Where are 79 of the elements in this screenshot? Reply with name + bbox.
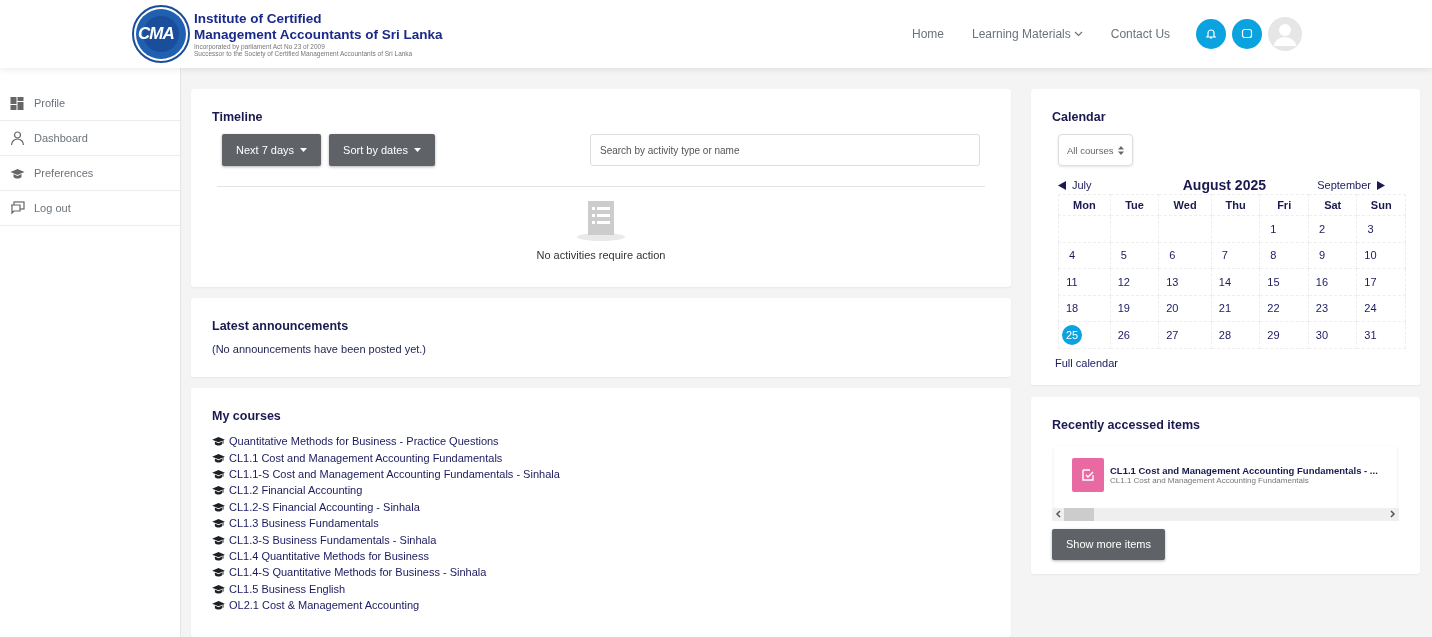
caret-icon [413, 147, 421, 153]
course-link[interactable]: CL1.2 Financial Accounting [229, 484, 363, 497]
org-name: Management Accountants of Sri Lanka [194, 27, 443, 43]
card-title: Timeline [212, 110, 264, 124]
sidebar-item[interactable]: Dashboard [0, 121, 180, 156]
scroll-right-icon [1390, 510, 1396, 518]
weekday-header: Mon [1058, 194, 1111, 216]
nav-link[interactable]: Learning Materials [972, 27, 1083, 41]
card-title: Calendar [1052, 110, 1107, 124]
search-field[interactable]: Search by activity type or name [590, 134, 980, 166]
graduation-cap-icon [212, 485, 225, 496]
graduation-cap-icon [212, 436, 225, 447]
course-link[interactable]: OL2.1 Cost & Management Accounting [229, 599, 420, 612]
avatar-icon[interactable] [1268, 17, 1303, 51]
bell-icon [1205, 28, 1218, 40]
scroll-left-icon [1055, 510, 1061, 518]
item-course: CL1.1 Cost and Management Accounting Fundamentals [1110, 475, 1310, 485]
graduation-cap-icon [212, 534, 225, 545]
person-icon [10, 131, 25, 145]
graduation-cap-icon [212, 501, 225, 512]
left-arrow-icon [1058, 180, 1066, 190]
weekday-header: Wed [1158, 194, 1212, 216]
recent-item-card[interactable]: CL1.1 Cost and Management Accounting Fundamentals - ... CL1.1 Cost and Management Accounting Fundamentals [1054, 445, 1397, 508]
course-link[interactable]: CL1.4-S Quantitative Methods for Business - Sinhala [229, 566, 487, 579]
course-link[interactable]: CL1.3 Business Fundamentals [229, 517, 379, 530]
card-title: Latest announcements [212, 319, 350, 333]
weekday-header: Tue [1110, 194, 1159, 216]
course-link[interactable]: CL1.3-S Business Fundamentals - Sinhala [229, 533, 437, 546]
graduation-cap-icon [212, 452, 225, 463]
show-more-button[interactable]: Show more items [1052, 528, 1165, 560]
card-title: My courses [212, 409, 282, 423]
chat-icon [10, 201, 25, 215]
course-link[interactable]: CL1.1-S Cost and Management Accounting Fundamentals - Sinhala [229, 467, 560, 480]
empty-list-icon [576, 199, 626, 241]
org-name: Institute of Certified [194, 11, 323, 27]
sidebar-item[interactable]: Profile [0, 86, 180, 121]
graduation-cap-icon [212, 518, 225, 529]
graduation-cap-icon [212, 583, 225, 594]
card-title: Recently accessed items [1052, 417, 1201, 432]
chat-icon [1241, 28, 1254, 40]
assignment-icon [1072, 457, 1104, 492]
next-month-link[interactable]: September [1317, 179, 1385, 191]
course-select[interactable]: All courses [1058, 134, 1134, 166]
sidebar-item[interactable]: Log out [0, 191, 180, 226]
right-arrow-icon [1377, 180, 1385, 190]
course-link[interactable]: CL1.2-S Financial Accounting - Sinhala [229, 500, 420, 513]
caret-icon [300, 147, 308, 153]
weekday-header: Thu [1211, 194, 1260, 216]
sort-icon [1118, 145, 1125, 155]
graduation-cap-icon [212, 567, 225, 578]
announcements-message: (No announcements have been posted yet.) [212, 343, 428, 355]
graduation-cap-icon [212, 600, 225, 611]
scroll-thumb[interactable] [1064, 507, 1094, 521]
grid-icon [10, 96, 25, 110]
month-title: August 2025 [1182, 177, 1266, 193]
item-title: CL1.1 Cost and Management Accounting Fundamentals - ... [1110, 464, 1378, 476]
weekday-header: Sat [1308, 194, 1357, 216]
horizontal-scrollbar[interactable] [1052, 507, 1399, 521]
full-calendar-link[interactable]: Full calendar [1055, 356, 1399, 369]
nav-link[interactable]: Contact Us [1110, 27, 1171, 41]
notifications-button[interactable] [1196, 19, 1227, 49]
weekday-header: Fri [1259, 194, 1309, 216]
messages-button[interactable] [1232, 19, 1263, 49]
logo-text: CMA [138, 24, 174, 44]
course-link[interactable]: Quantitative Methods for Business - Practice Questions [229, 435, 499, 448]
graduation-cap-icon [212, 550, 225, 561]
course-link[interactable]: CL1.4 Quantitative Methods for Business [229, 549, 429, 562]
logo-seal-icon [132, 5, 190, 63]
course-link[interactable]: CL1.5 Business English [229, 582, 346, 595]
filter-dropdown[interactable]: Next 7 days [222, 134, 322, 166]
graduation-cap-icon [212, 468, 225, 479]
graduation-cap-icon [10, 167, 25, 179]
filter-dropdown[interactable]: Sort by dates [329, 134, 435, 166]
course-link[interactable]: CL1.1 Cost and Management Accounting Fundamentals [229, 451, 503, 464]
sidebar-item[interactable]: Preferences [0, 156, 180, 191]
weekday-header: Sun [1356, 194, 1406, 216]
previous-month-link[interactable]: July [1058, 179, 1092, 191]
nav-link[interactable]: Home [912, 27, 944, 41]
empty-message: No activities require action [536, 249, 666, 261]
